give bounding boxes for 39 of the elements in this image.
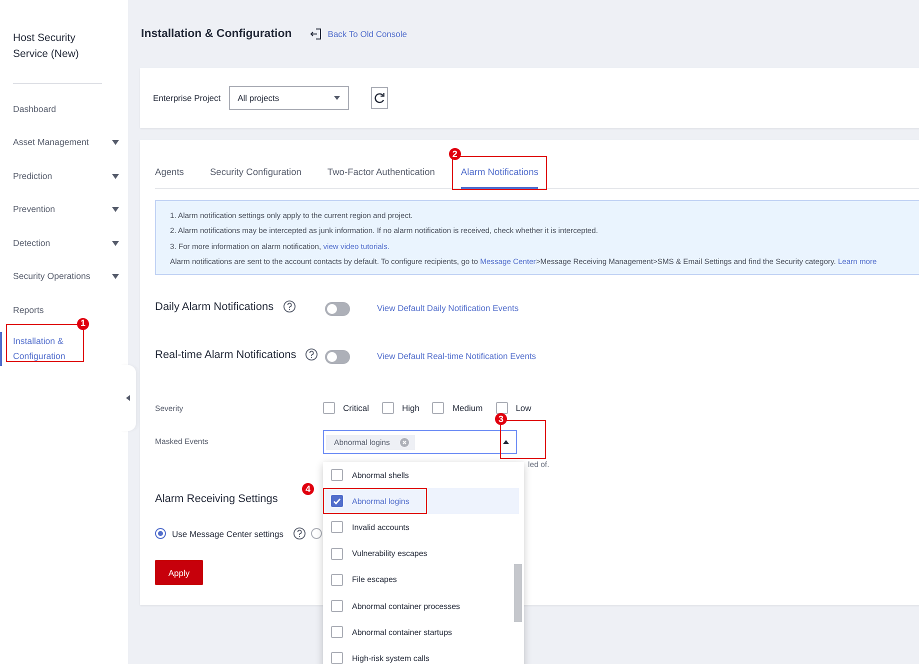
- dropdown-option[interactable]: File escapes: [323, 566, 519, 593]
- dropdown-option[interactable]: Vulnerability escapes: [323, 540, 519, 567]
- tab[interactable]: Alarm Notifications: [460, 167, 538, 189]
- step-number-badge: 1: [77, 318, 89, 330]
- field-label: Enterprise Project: [153, 93, 221, 103]
- sidebar-item[interactable]: Reports: [0, 302, 128, 318]
- sidebar-item[interactable]: Prevention: [0, 202, 128, 218]
- tab[interactable]: Agents: [155, 167, 184, 189]
- step-number-badge: 3: [495, 413, 507, 426]
- receiving-radio[interactable]: Use Message Center settings: [155, 527, 306, 540]
- severity-checkbox[interactable]: Critical: [323, 402, 369, 414]
- dropdown-option[interactable]: Abnormal shells: [323, 462, 519, 488]
- default-events-link[interactable]: View Default Daily Notification Events: [377, 303, 519, 314]
- dropdown-option[interactable]: Abnormal container startups: [323, 619, 519, 646]
- setting-label: Daily Alarm Notifications: [155, 300, 274, 313]
- service-title: Host Security Service (New): [13, 31, 80, 62]
- dropdown-option[interactable]: Invalid accounts: [323, 514, 519, 541]
- sidebar-item[interactable]: Prediction: [0, 168, 128, 184]
- severity-checkbox[interactable]: Medium: [432, 402, 483, 414]
- dropdown-option[interactable]: High-risk system calls: [323, 645, 519, 664]
- dropdown-option[interactable]: Abnormal container processes: [323, 592, 519, 620]
- severity-checkbox[interactable]: High: [382, 402, 420, 414]
- sidebar-item[interactable]: Asset Management: [0, 134, 128, 150]
- default-events-link[interactable]: View Default Real-time Notification Events: [377, 351, 536, 362]
- severity-checkbox[interactable]: Low: [496, 402, 532, 414]
- dropdown-option[interactable]: Abnormal logins: [323, 488, 519, 514]
- setting-label: Real-time Alarm Notifications: [155, 348, 296, 361]
- sidebar-item[interactable]: Security Operations: [0, 268, 128, 284]
- project-select[interactable]: All projects: [228, 86, 349, 110]
- step-number-badge: 2: [448, 148, 461, 160]
- tab[interactable]: Two-Factor Authentication: [327, 167, 435, 189]
- apply-button[interactable]: Apply: [155, 560, 203, 586]
- section-title: Alarm Receiving Settings: [155, 493, 278, 506]
- back-link[interactable]: Back To Old Console: [310, 28, 407, 40]
- step-number-badge: 4: [302, 483, 314, 496]
- sidebar-item[interactable]: Detection: [0, 235, 128, 251]
- page-title: Installation & Configuration: [141, 28, 292, 40]
- sidebar-item[interactable]: Dashboard: [0, 101, 128, 117]
- tab[interactable]: Security Configuration: [210, 167, 302, 189]
